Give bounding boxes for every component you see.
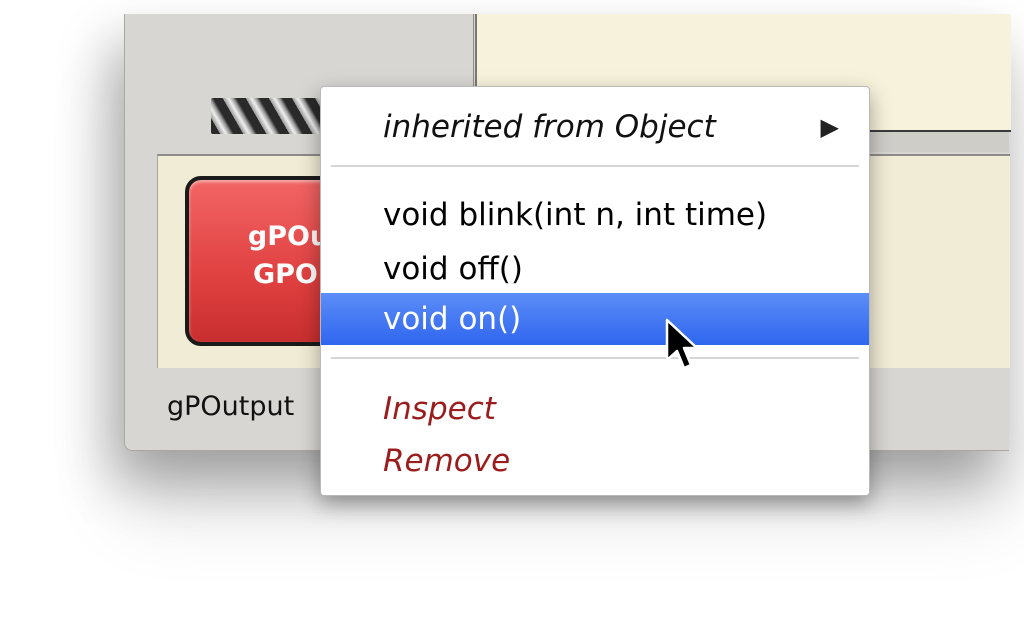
- inheritance-hatch-bar: [211, 98, 331, 134]
- menu-separator: [331, 165, 859, 167]
- triangle-right-icon: ▶: [820, 113, 839, 141]
- menu-item-on[interactable]: void on(): [321, 293, 869, 345]
- object-context-menu: inherited from Object ▶ void blink(int n…: [320, 86, 870, 496]
- menu-item-remove[interactable]: Remove: [321, 435, 869, 487]
- mouse-pointer-icon: [665, 318, 699, 370]
- menu-item-blink[interactable]: void blink(int n, int time): [321, 189, 869, 241]
- menu-item-inspect[interactable]: Inspect: [321, 383, 869, 435]
- submenu-label: inherited from Object: [383, 109, 716, 145]
- object-name-label: gPOutput: [167, 391, 295, 422]
- menu-separator: [331, 357, 859, 359]
- menu-item-inherited-from-object[interactable]: inherited from Object ▶: [321, 101, 869, 153]
- menu-item-off[interactable]: void off(): [321, 243, 869, 295]
